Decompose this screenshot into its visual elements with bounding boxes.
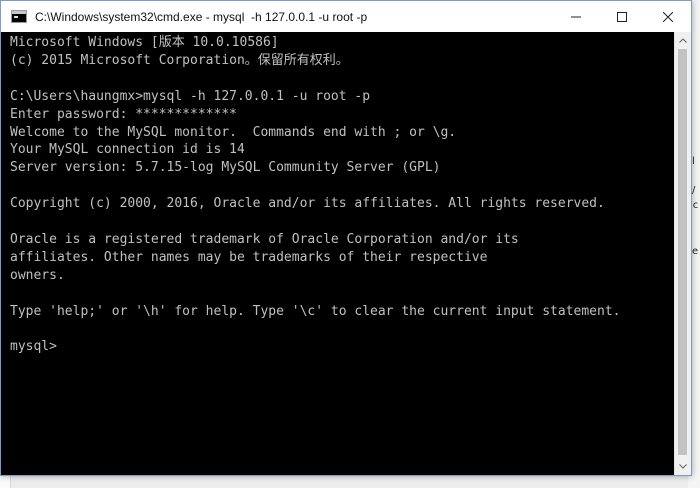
console-output: Microsoft Windows [版本 10.0.10586] (c) 20… [1, 32, 675, 356]
console-app-icon[interactable] [11, 10, 27, 23]
cmd-window[interactable]: C:\Windows\system32\cmd.exe - mysql -h 1… [0, 0, 692, 476]
console-line: Server version: 5.7.15-log MySQL Communi… [10, 160, 441, 176]
console-line: Welcome to the MySQL monitor. Commands e… [10, 124, 457, 140]
console-prompt[interactable]: mysql> [10, 339, 57, 354]
maximize-icon [617, 11, 627, 22]
scroll-thumb[interactable] [678, 49, 687, 455]
maximize-button[interactable] [599, 1, 645, 32]
scroll-up-button[interactable] [675, 32, 691, 49]
chevron-up-icon [679, 38, 687, 43]
scroll-down-button[interactable] [675, 458, 691, 475]
minimize-button[interactable] [553, 1, 599, 32]
console-line: affiliates. Other names may be trademark… [10, 249, 488, 265]
console-line: Enter password: ************* [10, 106, 237, 122]
console-line: Your MySQL connection id is 14 [10, 142, 245, 158]
close-button[interactable] [645, 1, 691, 32]
console-line: Type 'help;' or '\h' for help. Type '\c'… [10, 303, 621, 319]
chevron-down-icon [679, 464, 687, 469]
console-area[interactable]: Microsoft Windows [版本 10.0.10586] (c) 20… [1, 32, 675, 475]
console-line: Oracle is a registered trademark of Orac… [10, 231, 519, 247]
console-line: C:\Users\haungmx>mysql -h 127.0.0.1 -u r… [10, 88, 371, 104]
close-icon [663, 11, 673, 22]
background-text-fragment: e [692, 246, 699, 257]
window-title: C:\Windows\system32\cmd.exe - mysql -h 1… [35, 9, 368, 24]
console-line: Microsoft Windows [版本 10.0.10586] [10, 35, 279, 50]
vertical-scrollbar[interactable] [674, 32, 691, 475]
background-text-fragment: / [692, 185, 696, 196]
title-bar[interactable]: C:\Windows\system32\cmd.exe - mysql -h 1… [1, 1, 691, 32]
console-line: (c) 2015 Microsoft Corporation。保留所有权利。 [10, 52, 349, 68]
background-text-fragment: l [692, 156, 695, 167]
minimize-icon [571, 16, 581, 17]
console-line: owners. [10, 267, 65, 283]
console-line: Copyright (c) 2000, 2016, Oracle and/or … [10, 196, 605, 212]
desktop: "" 司 快 C 此 d 夹 l / ic e C:\Windows\syste… [0, 0, 700, 488]
